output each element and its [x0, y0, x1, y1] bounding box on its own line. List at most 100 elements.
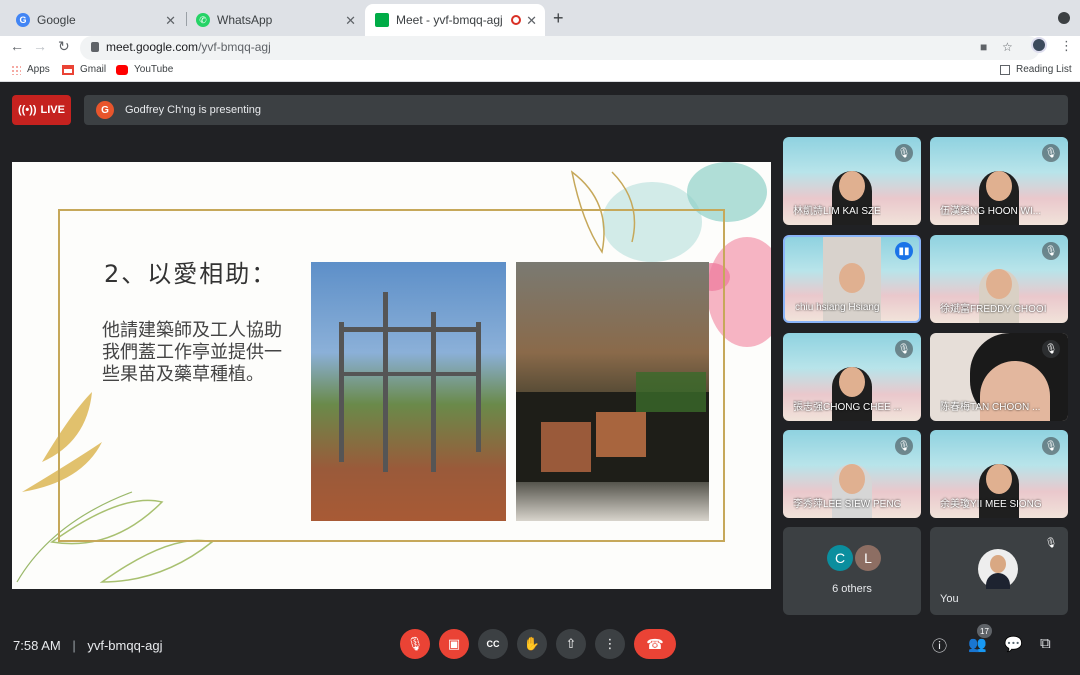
browser-toolbar: ← → ↻ meet.google.com/yvf-bmqq-agj ■ ☆ [0, 36, 1080, 60]
slide-title: 2、以愛相助： [104, 260, 278, 288]
participant-tile[interactable]: 🎙 李秀萍LEE SIEW PENG [783, 430, 921, 518]
self-tile[interactable]: 🎙 You [930, 527, 1068, 615]
participant-face [986, 269, 1012, 299]
more-icon: ⋮ [603, 636, 617, 651]
tab-whatsapp[interactable]: ✆ WhatsApp ✕ [186, 4, 364, 36]
google-icon: G [16, 13, 30, 27]
self-label: You [940, 593, 959, 605]
presenting-banner: G Godfrey Ch'ng is presenting [84, 95, 1068, 125]
chat-icon[interactable]: 💬 [1004, 635, 1023, 653]
present-icon: ⇧ [565, 636, 577, 651]
participant-name: 余美瓊YII MEE SIONG [940, 499, 1042, 510]
others-label: 6 others [832, 583, 872, 595]
divider: | [72, 638, 76, 653]
mic-toggle-button[interactable]: 🎙 [400, 629, 430, 659]
avatar: L [855, 545, 881, 571]
bookmark-apps[interactable]: Apps [11, 64, 50, 75]
leave-call-button[interactable]: ☎ [634, 629, 676, 659]
info-icon[interactable]: ⓘ [932, 635, 947, 656]
raise-hand-button[interactable]: ✋ [517, 629, 547, 659]
participant-face [839, 263, 865, 293]
others-avatars: C L [827, 545, 881, 571]
hang-up-icon: ☎ [646, 635, 664, 652]
participant-face [839, 464, 865, 494]
participant-face [839, 367, 865, 397]
presenting-text: Godfrey Ch'ng is presenting [125, 104, 262, 116]
live-label: LIVE [40, 104, 65, 116]
clock-time: 7:58 AM [13, 638, 61, 653]
browser-menu-icon[interactable]: ⋮ [1060, 38, 1073, 54]
live-badge[interactable]: ((•)) LIVE [12, 95, 71, 125]
live-broadcast-icon: ((•)) [18, 104, 37, 116]
captions-icon: CC [486, 639, 500, 649]
apps-grid-icon [11, 64, 21, 75]
close-icon[interactable]: ✕ [526, 13, 537, 29]
mic-off-icon: 🎙 [1044, 537, 1058, 549]
self-avatar [978, 549, 1018, 589]
participant-tile[interactable]: 🎙 余美瓊YII MEE SIONG [930, 430, 1068, 518]
slide-body: 他請建築師及工人協助我們蓋工作亭並提供一些果苗及藥草種植。 [102, 320, 282, 385]
bookmarks-bar: Apps Gmail YouTube Reading List [0, 60, 1080, 82]
mic-off-icon: 🎙 [1042, 144, 1060, 162]
participant-name: 林凱詩LIM KAI SZE [793, 206, 881, 217]
captions-button[interactable]: CC [478, 629, 508, 659]
participant-tile[interactable]: ▮▮ chiu hsiang Hsiang [783, 235, 921, 323]
mic-off-icon: 🎙 [1042, 340, 1060, 358]
slide-photo-structure [311, 262, 506, 521]
meet-window: ((•)) LIVE G Godfrey Ch'ng is presenting… [0, 83, 1080, 675]
participant-name: 張志强CHONG CHEE ... [793, 402, 902, 413]
star-icon[interactable]: ☆ [1002, 40, 1013, 54]
others-tile[interactable]: C L 6 others [783, 527, 921, 615]
bookmark-youtube[interactable]: YouTube [116, 64, 173, 75]
participant-face [986, 171, 1012, 201]
participant-tile[interactable]: 🎙 伍漢榮NG HOON WI... [930, 137, 1068, 225]
mic-off-icon: 🎙 [895, 144, 913, 162]
reading-list[interactable]: Reading List [1000, 64, 1072, 75]
participant-tile[interactable]: 🎙 陈春梅TAN CHOON ... [930, 333, 1068, 421]
tab-label: Google [37, 13, 76, 27]
participant-name: chiu hsiang Hsiang [795, 302, 880, 313]
address-bar[interactable]: meet.google.com/yvf-bmqq-agj ■ ☆ [80, 36, 1040, 60]
activities-icon[interactable]: ⧉ [1040, 635, 1051, 652]
forward-icon[interactable]: → [33, 38, 47, 54]
more-options-button[interactable]: ⋮ [595, 629, 625, 659]
new-tab-icon[interactable]: + [553, 8, 564, 29]
presentation-slide: 2、以愛相助： 他請建築師及工人協助我們蓋工作亭並提供一些果苗及藥草種植。 [12, 162, 771, 589]
meet-icon [375, 13, 389, 27]
back-icon[interactable]: ← [10, 38, 24, 54]
participant-tile[interactable]: 🎙 徐斌富FREDDY CHOOI [930, 235, 1068, 323]
reading-list-label: Reading List [1016, 64, 1072, 75]
slide-photo-seedlings [516, 262, 709, 521]
speaking-icon: ▮▮ [895, 242, 913, 260]
meeting-code: yvf-bmqq-agj [87, 638, 163, 653]
close-icon[interactable]: ✕ [165, 13, 176, 29]
presenter-avatar: G [96, 101, 114, 119]
tab-search-icon[interactable] [1058, 12, 1070, 24]
camera-icon[interactable]: ■ [980, 40, 987, 54]
bookmark-gmail[interactable]: Gmail [62, 64, 106, 75]
mic-off-icon: 🎙 [1042, 242, 1060, 260]
camera-off-icon: ▣ [447, 636, 461, 651]
bookmark-label: YouTube [134, 64, 174, 75]
profile-avatar[interactable] [1031, 37, 1047, 53]
close-icon[interactable]: ✕ [345, 13, 356, 29]
mic-off-icon: 🎙 [406, 636, 424, 651]
participant-tile[interactable]: 🎙 張志强CHONG CHEE ... [783, 333, 921, 421]
tab-meet[interactable]: Meet - yvf-bmqq-agj ✕ [365, 4, 545, 36]
reload-icon[interactable]: ↻ [58, 38, 70, 55]
tab-google[interactable]: G Google ✕ [6, 4, 184, 36]
participant-count-badge: 17 [977, 624, 992, 638]
avatar: C [827, 545, 853, 571]
bookmark-label: Apps [27, 64, 50, 75]
participant-name: 伍漢榮NG HOON WI... [940, 206, 1042, 217]
participant-name: 徐斌富FREDDY CHOOI [940, 304, 1047, 315]
bookmark-label: Gmail [80, 64, 107, 75]
youtube-icon [116, 64, 128, 75]
hand-icon: ✋ [523, 636, 541, 651]
present-button[interactable]: ⇧ [556, 629, 586, 659]
participant-tile[interactable]: 🎙 林凱詩LIM KAI SZE [783, 137, 921, 225]
tab-label: WhatsApp [217, 13, 273, 27]
camera-toggle-button[interactable]: ▣ [439, 629, 469, 659]
url-text: meet.google.com/yvf-bmqq-agj [106, 40, 271, 54]
recording-icon [511, 15, 521, 25]
